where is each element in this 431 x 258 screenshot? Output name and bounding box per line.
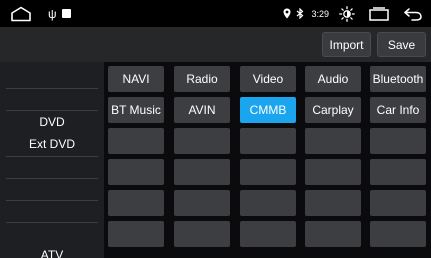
brightness-icon[interactable] — [339, 5, 355, 22]
list-divider — [6, 178, 98, 179]
back-icon[interactable] — [403, 7, 423, 21]
list-item-atv[interactable]: ATV — [0, 244, 104, 258]
status-bar: ψ 3:29 — [0, 0, 431, 27]
grid-cell-empty[interactable] — [370, 190, 426, 216]
location-icon — [283, 8, 291, 19]
list-divider — [6, 156, 98, 157]
grid-cell-empty[interactable] — [305, 159, 361, 185]
grid-cell-empty[interactable] — [240, 128, 296, 154]
list-divider — [6, 222, 98, 223]
status-bar-right: 3:29 — [283, 0, 423, 27]
grid-cell-carplay[interactable]: Carplay — [305, 97, 361, 123]
grid-cell-empty[interactable] — [370, 128, 426, 154]
list-item-ext-dvd[interactable]: Ext DVD — [0, 133, 104, 155]
usb-icon: ψ — [48, 6, 57, 21]
grid-cell-radio[interactable]: Radio — [174, 66, 230, 92]
grid-cell-empty[interactable] — [240, 159, 296, 185]
grid-cell-empty[interactable] — [305, 190, 361, 216]
toolbar: Import Save — [0, 27, 431, 62]
grid-cell-empty[interactable] — [108, 159, 164, 185]
grid-cell-empty[interactable] — [305, 221, 361, 247]
grid-cell-bt-music[interactable]: BT Music — [108, 97, 164, 123]
list-item-dvd[interactable]: DVD — [0, 111, 104, 133]
grid-cell-audio[interactable]: Audio — [305, 66, 361, 92]
grid-cell-empty[interactable] — [240, 221, 296, 247]
grid-cell-car-info[interactable]: Car Info — [370, 97, 426, 123]
status-bar-left: ψ — [10, 0, 71, 27]
save-button[interactable]: Save — [377, 32, 426, 57]
grid-cell-cmmb[interactable]: CMMB — [240, 97, 296, 123]
source-list: DVD Ext DVD ATV — [0, 62, 104, 258]
grid-cell-empty[interactable] — [174, 221, 230, 247]
grid-cell-empty[interactable] — [240, 190, 296, 216]
grid-cell-empty[interactable] — [174, 159, 230, 185]
grid-cell-navi[interactable]: NAVI — [108, 66, 164, 92]
grid-cell-avin[interactable]: AVIN — [174, 97, 230, 123]
recent-apps-icon[interactable] — [369, 6, 389, 21]
list-divider — [6, 200, 98, 201]
grid-cell-empty[interactable] — [108, 190, 164, 216]
home-icon[interactable] — [10, 6, 32, 22]
grid-cell-empty[interactable] — [174, 128, 230, 154]
grid-cell-bluetooth[interactable]: Bluetooth — [370, 66, 426, 92]
grid-cell-empty[interactable] — [108, 221, 164, 247]
source-grid: NAVI Radio Video Audio Bluetooth BT Musi… — [104, 62, 431, 258]
import-button[interactable]: Import — [322, 32, 371, 57]
notification-square-icon — [61, 9, 71, 18]
grid-cell-empty[interactable] — [174, 190, 230, 216]
grid-cell-video[interactable]: Video — [240, 66, 296, 92]
grid-cell-empty[interactable] — [370, 159, 426, 185]
grid-cell-empty[interactable] — [370, 221, 426, 247]
grid-cell-empty[interactable] — [108, 128, 164, 154]
clock: 3:29 — [311, 8, 329, 19]
list-divider — [6, 88, 98, 89]
bluetooth-icon — [297, 8, 304, 19]
grid-cell-empty[interactable] — [305, 128, 361, 154]
